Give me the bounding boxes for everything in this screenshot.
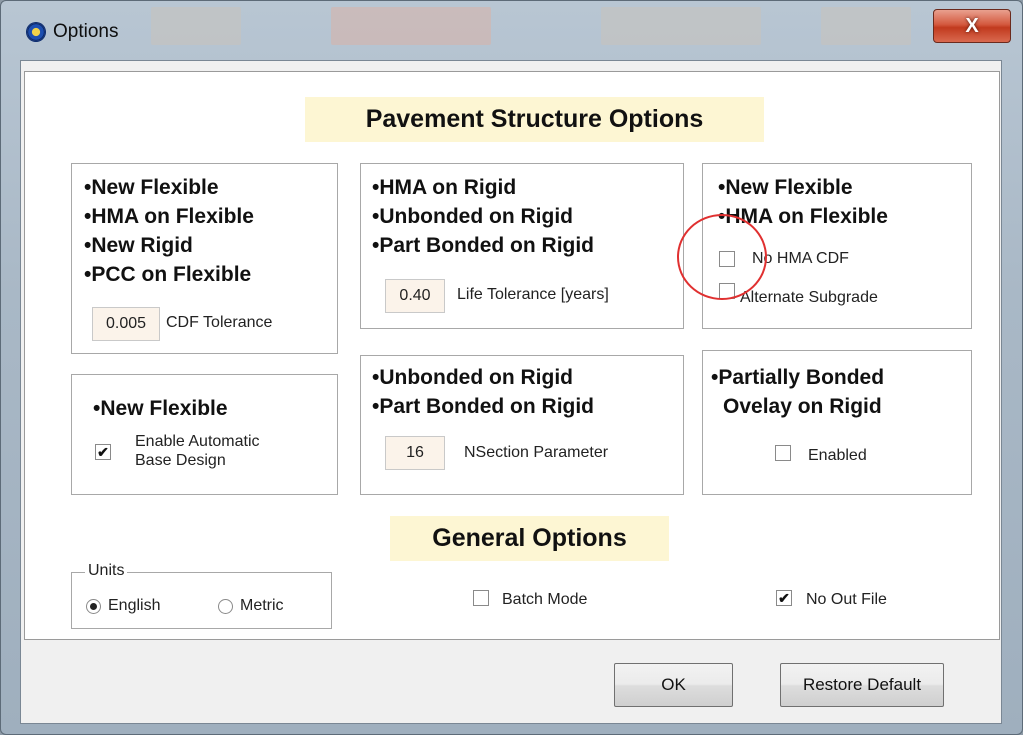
- alternate-subgrade-label: Alternate Subgrade: [740, 289, 878, 306]
- enable-base-design-label: Enable Automatic Base Design: [135, 433, 260, 469]
- batch-mode-label: Batch Mode: [502, 591, 588, 608]
- nsection-label: NSection Parameter: [464, 444, 609, 461]
- bullet-item: •Unbonded on Rigid: [372, 366, 573, 389]
- bullet-item: •Unbonded on Rigid: [372, 205, 573, 228]
- partial-bonded-subtitle: Ovelay on Rigid: [723, 395, 882, 418]
- bullet-item: •Part Bonded on Rigid: [372, 395, 595, 418]
- partial-bonded-enabled-label: Enabled: [808, 447, 867, 464]
- partial-bonded-title: •Partially Bonded: [711, 366, 885, 389]
- units-english-radio[interactable]: [86, 599, 101, 614]
- no-out-file-label: No Out File: [806, 591, 887, 608]
- bullet-item: •PCC on Flexible: [84, 263, 252, 286]
- close-icon: X: [965, 15, 979, 37]
- close-button[interactable]: X: [933, 9, 1011, 43]
- bullet-item: •HMA on Rigid: [372, 176, 517, 199]
- restore-default-button[interactable]: Restore Default: [780, 663, 944, 707]
- title-bar[interactable]: Options X: [1, 1, 1022, 61]
- cdf-tolerance-input[interactable]: 0.005: [92, 307, 160, 341]
- bullet-item: •HMA on Flexible: [84, 205, 254, 228]
- window-title: Options: [53, 21, 119, 42]
- units-metric-label: Metric: [240, 597, 284, 614]
- life-tolerance-label: Life Tolerance [years]: [457, 286, 609, 303]
- partial-bonded-enabled-checkbox[interactable]: [775, 445, 791, 461]
- nsection-input[interactable]: 16: [385, 436, 445, 470]
- units-english-label: English: [108, 597, 161, 614]
- enable-base-design-checkbox[interactable]: ✔: [95, 444, 111, 460]
- app-icon: [27, 23, 45, 41]
- no-out-file-checkbox[interactable]: ✔: [776, 590, 792, 606]
- general-options-title: General Options: [390, 516, 669, 561]
- batch-mode-checkbox[interactable]: [473, 590, 489, 606]
- units-legend: Units: [85, 562, 128, 580]
- bullet-item: •New Flexible: [84, 176, 219, 199]
- highlight-circle: [677, 214, 767, 300]
- cdf-tolerance-label: CDF Tolerance: [166, 314, 273, 331]
- life-tolerance-input[interactable]: 0.40: [385, 279, 445, 313]
- radio-dot-icon: [90, 603, 97, 610]
- bullet-item: •Part Bonded on Rigid: [372, 234, 595, 257]
- units-metric-radio[interactable]: [218, 599, 233, 614]
- ok-button[interactable]: OK: [614, 663, 733, 707]
- bullet-item: •New Flexible: [93, 397, 228, 420]
- bullet-item: •New Flexible: [718, 176, 853, 199]
- bullet-item: •New Rigid: [84, 234, 193, 257]
- pavement-structure-title: Pavement Structure Options: [305, 97, 764, 142]
